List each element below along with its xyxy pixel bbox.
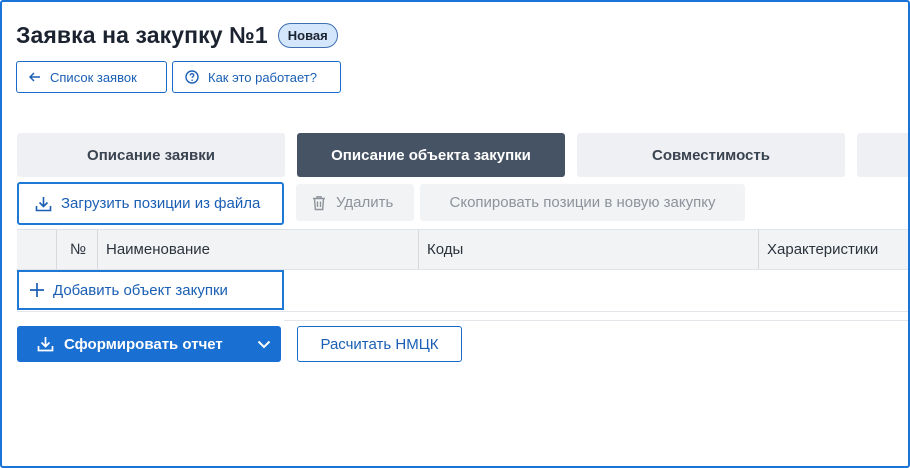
column-header-codes[interactable]: Коды	[418, 230, 758, 269]
column-header-characteristics[interactable]: Характеристики	[758, 230, 908, 269]
column-divider[interactable]	[56, 230, 57, 269]
add-purchase-object-label: Добавить объект закупки	[53, 281, 228, 299]
generate-report-button[interactable]: Сформировать отчет	[17, 326, 281, 362]
load-positions-from-file-button[interactable]: Загрузить позиции из файла	[17, 182, 284, 225]
calculate-nmck-button[interactable]: Расчитать НМЦК	[297, 326, 462, 362]
copy-to-new-purchase-button[interactable]: Скопировать позиции в новую закупку	[420, 184, 745, 221]
how-it-works-button[interactable]: Как это работает?	[172, 61, 341, 93]
generate-report-main[interactable]: Сформировать отчет	[17, 326, 223, 362]
how-it-works-label: Как это работает?	[208, 69, 317, 85]
download-icon	[37, 337, 54, 352]
column-header-number[interactable]: №	[61, 230, 97, 269]
trash-icon	[313, 195, 325, 210]
arrow-left-icon	[29, 72, 40, 82]
plus-icon	[30, 283, 44, 297]
tab-compatibility[interactable]: Совместимость	[577, 133, 845, 177]
load-positions-label: Загрузить позиции из файла	[61, 195, 261, 212]
tab-purchase-object-description[interactable]: Описание объекта закупки	[297, 133, 565, 177]
generate-report-label: Сформировать отчет	[64, 335, 223, 353]
chevron-down-icon	[257, 340, 271, 348]
add-purchase-object-button[interactable]: Добавить объект закупки	[17, 270, 284, 310]
column-header-name[interactable]: Наименование	[97, 230, 418, 269]
tab-request-description[interactable]: Описание заявки	[17, 133, 285, 177]
table-divider	[284, 320, 908, 321]
tab-next-clipped[interactable]	[857, 133, 908, 177]
back-to-list-label: Список заявок	[50, 69, 137, 85]
status-badge: Новая	[277, 23, 338, 48]
title-row: Заявка на закупку №1 Новая	[16, 22, 338, 49]
back-to-list-button[interactable]: Список заявок	[16, 61, 167, 93]
table-header: № Наименование Коды Характеристики	[17, 229, 908, 270]
delete-label: Удалить	[336, 194, 394, 211]
question-circle-icon	[185, 70, 199, 84]
app-window: Заявка на закупку №1 Новая Список заявок…	[0, 0, 910, 468]
column-header-select	[17, 230, 56, 269]
report-options-dropdown[interactable]	[257, 326, 271, 362]
download-icon	[35, 196, 52, 211]
delete-button[interactable]: Удалить	[296, 184, 414, 221]
table-divider	[17, 311, 908, 312]
page-title: Заявка на закупку №1	[16, 22, 268, 48]
